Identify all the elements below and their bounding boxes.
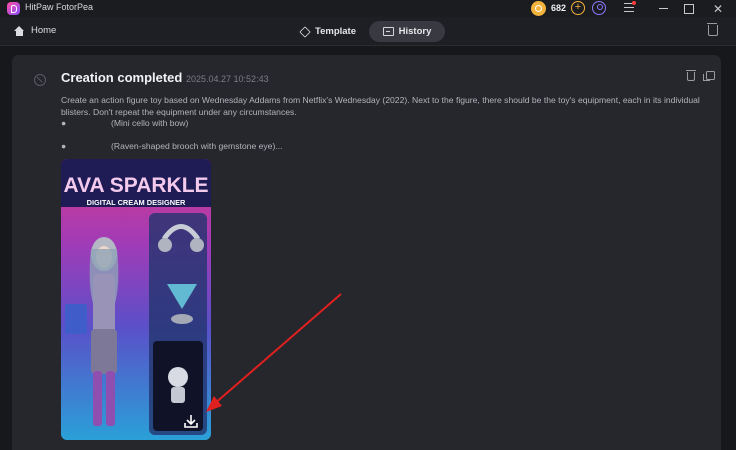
bullet-text: (Raven-shaped brooch with gemstone eye).…: [111, 141, 283, 151]
generated-image-thumbnail[interactable]: AVA SPARKLE DIGITAL CREAM DESIGNER: [61, 159, 211, 440]
title-bar: HitPaw FotorPea 682 + ✕: [0, 0, 736, 17]
nav-bar: Home Template History: [0, 17, 736, 46]
image-subline: DIGITAL CREAM DESIGNER: [87, 198, 186, 207]
tab-history-label: History: [398, 26, 432, 37]
image-headline: AVA SPARKLE: [63, 174, 208, 197]
delete-trash-icon[interactable]: [686, 70, 696, 81]
close-button[interactable]: ✕: [706, 0, 730, 17]
credits-count: 682: [551, 3, 567, 13]
bullet-dot: ●: [61, 141, 67, 151]
minimize-button[interactable]: [651, 0, 675, 17]
bullet-text: (Mini cello with bow): [111, 118, 189, 128]
download-button[interactable]: [180, 410, 202, 432]
tab-template-label: Template: [314, 26, 356, 37]
creation-title: Creation completed: [61, 70, 183, 85]
account-icon[interactable]: [592, 1, 606, 15]
add-credits-button[interactable]: +: [571, 1, 585, 15]
copy-icon[interactable]: [703, 71, 715, 81]
tab-template[interactable]: Template: [294, 21, 362, 42]
credits-coin-icon: [531, 1, 546, 16]
clear-history-trash-icon[interactable]: [707, 23, 718, 36]
tab-history[interactable]: History: [369, 21, 445, 42]
cube-icon: [299, 25, 311, 38]
app-title: HitPaw FotorPea: [25, 2, 94, 12]
prompt-text: Create an action figure toy based on Wed…: [61, 95, 700, 117]
home-button[interactable]: Home: [14, 25, 56, 36]
app-logo-icon: [7, 2, 20, 15]
folder-icon: [382, 27, 394, 36]
notification-dot: [632, 1, 636, 5]
creation-timestamp: 2025.04.27 10:52:43: [186, 74, 269, 84]
download-icon: [184, 415, 198, 428]
home-icon: [14, 25, 25, 36]
home-label: Home: [31, 25, 57, 36]
status-icon: [34, 74, 46, 86]
creation-card: Creation completed 2025.04.27 10:52:43 C…: [12, 55, 721, 450]
bullet-dot: ●: [61, 118, 67, 128]
maximize-button[interactable]: [677, 0, 701, 17]
action-figure-image: AVA SPARKLE DIGITAL CREAM DESIGNER: [61, 159, 211, 435]
